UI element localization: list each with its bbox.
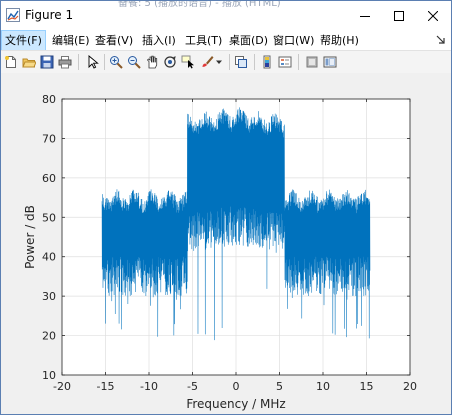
- window-title: Figure 1: [25, 8, 74, 22]
- x-tick-label: 10: [316, 380, 330, 393]
- colorbar-button[interactable]: [259, 54, 275, 70]
- brush-icon: [202, 56, 214, 67]
- new-figure-button[interactable]: [3, 54, 19, 70]
- y-tick-label: 80: [42, 93, 56, 106]
- save-button[interactable]: [39, 54, 55, 70]
- hide-plot-tools-button[interactable]: [304, 54, 320, 70]
- matlab-figure-icon: [6, 8, 20, 22]
- maximize-button[interactable]: [382, 0, 416, 31]
- y-tick-label: 50: [42, 211, 56, 224]
- close-button[interactable]: [416, 0, 450, 31]
- open-file-button[interactable]: [21, 54, 37, 70]
- y-axis-label: Power / dB: [23, 205, 37, 269]
- spectrum-plot[interactable]: -20 -15 -10 -5 0 5 10 15 20 1020304050607080 Fre…: [0, 73, 452, 415]
- pan-button[interactable]: [144, 54, 160, 70]
- brush-dropdown-button[interactable]: [214, 54, 224, 70]
- new-figure-icon: [5, 56, 16, 68]
- x-tick-label: -5: [187, 380, 198, 393]
- pan-hand-icon: [146, 55, 158, 69]
- y-tick-label: 40: [42, 251, 56, 264]
- brush-button[interactable]: [199, 54, 215, 70]
- x-tick-label: 20: [403, 380, 417, 393]
- toolbar-separator: [298, 54, 299, 70]
- y-tick-label: 70: [42, 132, 56, 145]
- rotate-3d-icon: [164, 56, 176, 68]
- hide-plot-tools-icon: [306, 56, 318, 68]
- menu-bar: 文件(F) 编辑(E) 查看(V) 插入(I) 工具(T) 桌面(D) 窗口(W…: [0, 30, 452, 51]
- colorbar-icon: [263, 55, 271, 69]
- legend-icon: [278, 56, 292, 68]
- open-file-icon: [22, 58, 36, 68]
- minimize-button[interactable]: [348, 0, 382, 31]
- title-bar[interactable]: 备餐: 5 (播放的语音) - 播放 (HTML) Figure 1: [0, 0, 452, 31]
- x-tick-label: 5: [276, 380, 283, 393]
- menu-edit[interactable]: 编辑(E): [49, 31, 93, 50]
- edit-plot-button[interactable]: [84, 54, 100, 70]
- x-tick-label: -15: [97, 380, 115, 393]
- print-button[interactable]: [57, 54, 73, 70]
- toolbar-separator: [78, 54, 79, 70]
- legend-button[interactable]: [277, 54, 293, 70]
- menu-desktop[interactable]: 桌面(D): [226, 31, 271, 50]
- x-axis-label: Frequency / MHz: [186, 397, 285, 411]
- toolbar-separator: [104, 54, 105, 70]
- show-plot-tools-icon: [323, 56, 337, 68]
- toolbar-separator: [229, 54, 230, 70]
- menu-insert[interactable]: 插入(I): [139, 31, 179, 50]
- close-icon: [428, 10, 438, 21]
- y-tick-label: 20: [42, 330, 56, 343]
- menu-tools[interactable]: 工具(T): [182, 31, 225, 50]
- y-tick-label: 60: [42, 172, 56, 185]
- figure-toolbar: [0, 50, 452, 74]
- x-tick-label: -10: [140, 380, 158, 393]
- zoom-out-icon: [128, 56, 141, 69]
- background-window-title: 备餐: 5 (播放的语音) - 播放 (HTML): [118, 0, 281, 9]
- menu-window[interactable]: 窗口(W): [270, 31, 317, 50]
- zoom-out-button[interactable]: [126, 54, 142, 70]
- print-icon: [58, 56, 72, 69]
- link-plot-icon: [235, 56, 247, 68]
- zoom-in-button[interactable]: [108, 54, 124, 70]
- menu-view[interactable]: 查看(V): [92, 31, 136, 50]
- data-cursor-icon: [181, 55, 194, 69]
- link-plot-button[interactable]: [233, 54, 249, 70]
- chevron-down-icon: [216, 60, 222, 64]
- maximize-icon: [394, 10, 404, 21]
- save-icon: [40, 55, 54, 69]
- x-tick-label: 0: [233, 380, 240, 393]
- toolbar-separator: [254, 54, 255, 70]
- menu-file[interactable]: 文件(F): [1, 30, 46, 51]
- edit-plot-arrow-icon: [88, 55, 99, 69]
- menu-help[interactable]: 帮助(H): [317, 31, 362, 50]
- rotate-3d-button[interactable]: [162, 54, 178, 70]
- show-plot-tools-button[interactable]: [322, 54, 338, 70]
- data-cursor-button[interactable]: [180, 54, 196, 70]
- zoom-in-icon: [110, 56, 123, 69]
- dock-arrow-icon[interactable]: [436, 34, 446, 46]
- minimize-icon: [360, 15, 370, 17]
- figure-window: 备餐: 5 (播放的语音) - 播放 (HTML) Figure 1 文件(F)…: [0, 0, 452, 415]
- figure-canvas[interactable]: -20 -15 -10 -5 0 5 10 15 20 10 20 30 40 50 60 70 80 Fre…: [0, 73, 452, 415]
- x-tick-label: 15: [360, 380, 374, 393]
- y-tick-label: 30: [42, 290, 56, 303]
- y-tick-label: 10: [42, 369, 56, 382]
